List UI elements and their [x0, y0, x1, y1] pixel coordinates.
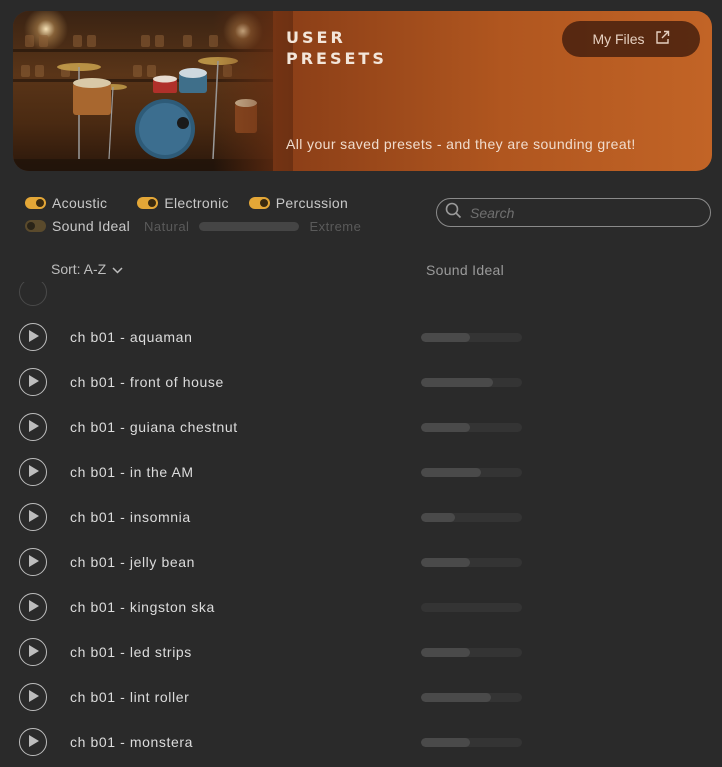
- list-item[interactable]: ch b01 - guiana chestnut: [0, 372, 722, 441]
- sound-ideal-filter: Sound Ideal Natural Extreme: [25, 218, 361, 234]
- search-icon: [445, 202, 462, 224]
- filter-percussion[interactable]: Percussion: [248, 195, 349, 211]
- banner: USER PRESETS All your saved presets - an…: [13, 11, 712, 171]
- range-min-label: Natural: [144, 218, 190, 234]
- sound-ideal-slider[interactable]: [199, 221, 300, 231]
- sound-ideal-meter: [421, 738, 522, 747]
- filter-electronic-label: Electronic: [164, 195, 229, 211]
- page-title: USER PRESETS: [286, 28, 387, 68]
- sound-ideal-label: Sound Ideal: [52, 218, 131, 234]
- filter-percussion-label: Percussion: [275, 195, 349, 211]
- range-max-label: Extreme: [309, 218, 362, 234]
- play-icon[interactable]: [19, 728, 47, 756]
- list-item[interactable]: ch b01 - led strips: [0, 597, 722, 666]
- sound-ideal-column-header[interactable]: Sound Ideal: [426, 262, 504, 278]
- search-input[interactable]: [470, 204, 690, 221]
- preset-name: ch b01 - monstera: [70, 734, 194, 750]
- list-item[interactable]: ch b01 - front of house: [0, 327, 722, 396]
- list-item[interactable]: ch b01 - insomnia: [0, 462, 722, 531]
- list-item[interactable]: ch b01 - jelly bean: [0, 507, 722, 576]
- filter-acoustic[interactable]: Acoustic: [25, 195, 107, 211]
- list-item[interactable]: ch b01 - lint roller: [0, 642, 722, 711]
- page-subtitle: All your saved presets - and they are so…: [286, 136, 636, 152]
- list-item[interactable]: ch b01 - kingston ska: [0, 552, 722, 621]
- sort-dropdown[interactable]: Sort: A-Z: [51, 261, 123, 277]
- drum-kit-image: [13, 11, 293, 171]
- filter-electronic[interactable]: Electronic: [137, 195, 228, 211]
- list-item[interactable]: ch b01 - in the AM: [0, 417, 722, 486]
- acoustic-toggle[interactable]: [25, 197, 46, 209]
- sound-ideal-toggle[interactable]: [25, 220, 46, 232]
- list-item[interactable]: ch b01 - monstera: [0, 687, 722, 756]
- electronic-toggle[interactable]: [137, 197, 159, 209]
- percussion-toggle[interactable]: [248, 197, 270, 209]
- sound-ideal-meter-fill: [421, 738, 471, 747]
- my-files-button[interactable]: My Files: [562, 21, 700, 57]
- filter-acoustic-label: Acoustic: [52, 195, 108, 211]
- preset-list[interactable]: ch b01 - aquaman ch b01 - front of house c…: [0, 282, 722, 767]
- chevron-down-icon: [112, 261, 123, 277]
- search-box[interactable]: [436, 198, 711, 227]
- my-files-label: My Files: [592, 31, 645, 47]
- external-link-icon: [655, 30, 670, 48]
- list-item[interactable]: ch b01 - aquaman: [0, 282, 722, 351]
- sort-label: Sort: A-Z: [51, 261, 107, 277]
